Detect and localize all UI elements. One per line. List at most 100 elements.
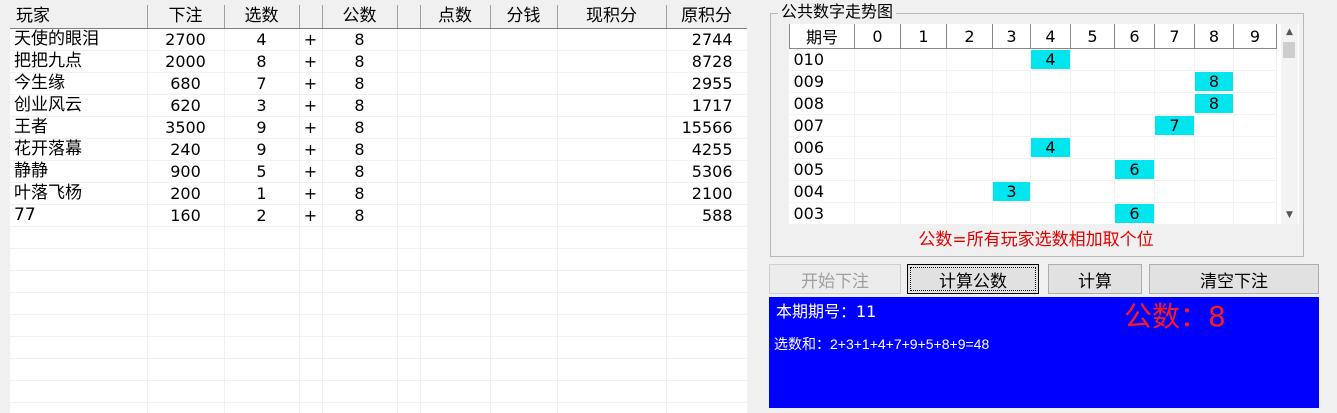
cell-original-score[interactable]: [666, 292, 747, 315]
cell-original-score[interactable]: [666, 402, 747, 413]
cell-public[interactable]: [322, 292, 398, 315]
cell-original-score[interactable]: [666, 248, 747, 271]
cell-op[interactable]: [299, 270, 323, 293]
trend-col-header-digit[interactable]: 2: [946, 24, 993, 49]
cell-op[interactable]: +: [299, 182, 323, 205]
trend-row[interactable]: 009 8: [789, 70, 1277, 93]
cell-pick[interactable]: 7: [224, 72, 300, 95]
cell-points[interactable]: [420, 358, 491, 381]
cell-payout[interactable]: [490, 116, 558, 139]
cell-pick[interactable]: 9: [224, 116, 300, 139]
cell-original-score[interactable]: 588: [666, 204, 747, 227]
cell-op[interactable]: +: [299, 72, 323, 95]
cell-blank[interactable]: [397, 94, 421, 117]
cell-bet[interactable]: [147, 226, 225, 249]
cell-public[interactable]: [322, 380, 398, 403]
cell-payout[interactable]: [490, 182, 558, 205]
cell-original-score[interactable]: 2100: [666, 182, 747, 205]
col-header-original-score[interactable]: 原积分: [666, 5, 747, 29]
cell-current-score[interactable]: [557, 402, 667, 413]
cell-payout[interactable]: [490, 94, 558, 117]
cell-points[interactable]: [420, 138, 491, 161]
cell-op[interactable]: [299, 358, 323, 381]
table-row[interactable]: 把把九点 2000 8 +8 8728: [10, 50, 747, 73]
cell-current-score[interactable]: [557, 270, 667, 293]
player-grid[interactable]: 玩家 下注 选数 公数 点数 分钱 现积分 原积分 天使的眼泪 2700 4 +8 27…: [10, 5, 747, 413]
col-header-current-score[interactable]: 现积分: [557, 5, 667, 29]
cell-original-score[interactable]: [666, 226, 747, 249]
cell-current-score[interactable]: [557, 204, 667, 227]
cell-pick[interactable]: [224, 336, 300, 359]
cell-player[interactable]: [10, 270, 148, 293]
cell-public[interactable]: 8: [322, 28, 398, 51]
trend-scrollbar[interactable]: ▲ ▼: [1281, 24, 1298, 224]
col-header-payout[interactable]: 分钱: [490, 5, 558, 29]
cell-blank[interactable]: [397, 116, 421, 139]
cell-pick[interactable]: 5: [224, 160, 300, 183]
cell-current-score[interactable]: [557, 292, 667, 315]
cell-player[interactable]: [10, 248, 148, 271]
cell-op[interactable]: [299, 248, 323, 271]
cell-points[interactable]: [420, 226, 491, 249]
cell-player[interactable]: 77: [10, 204, 148, 227]
table-row[interactable]: 今生缘 680 7 +8 2955: [10, 72, 747, 95]
cell-blank[interactable]: [397, 182, 421, 205]
cell-current-score[interactable]: [557, 28, 667, 51]
scroll-down-icon[interactable]: ▼: [1281, 207, 1298, 224]
cell-current-score[interactable]: [557, 314, 667, 337]
cell-bet[interactable]: 160: [147, 204, 225, 227]
cell-blank[interactable]: [397, 160, 421, 183]
cell-player[interactable]: 静静: [10, 160, 148, 183]
table-row[interactable]: 王者 3500 9 +8 15566: [10, 116, 747, 139]
trend-row[interactable]: 007 7: [789, 114, 1277, 137]
cell-pick[interactable]: [224, 270, 300, 293]
cell-bet[interactable]: 900: [147, 160, 225, 183]
cell-original-score[interactable]: 1717: [666, 94, 747, 117]
cell-bet[interactable]: [147, 248, 225, 271]
cell-pick[interactable]: [224, 292, 300, 315]
cell-points[interactable]: [420, 270, 491, 293]
cell-pick[interactable]: [224, 358, 300, 381]
cell-player[interactable]: 创业风云: [10, 94, 148, 117]
cell-player[interactable]: 天使的眼泪: [10, 28, 148, 51]
cell-player[interactable]: [10, 292, 148, 315]
table-row[interactable]: [10, 402, 747, 413]
col-header-public[interactable]: 公数: [322, 5, 398, 29]
cell-op[interactable]: [299, 336, 323, 359]
cell-bet[interactable]: [147, 380, 225, 403]
cell-player[interactable]: [10, 358, 148, 381]
cell-points[interactable]: [420, 28, 491, 51]
scroll-up-icon[interactable]: ▲: [1281, 24, 1298, 41]
cell-pick[interactable]: [224, 226, 300, 249]
cell-original-score[interactable]: 8728: [666, 50, 747, 73]
cell-original-score[interactable]: 5306: [666, 160, 747, 183]
trend-col-header-digit[interactable]: 3: [992, 24, 1031, 49]
cell-blank[interactable]: [397, 270, 421, 293]
cell-player[interactable]: 王者: [10, 116, 148, 139]
trend-col-header-digit[interactable]: 6: [1114, 24, 1155, 49]
cell-player[interactable]: [10, 336, 148, 359]
cell-points[interactable]: [420, 72, 491, 95]
cell-blank[interactable]: [397, 72, 421, 95]
cell-blank[interactable]: [397, 358, 421, 381]
trend-col-header-digit[interactable]: 8: [1194, 24, 1234, 49]
trend-col-header-digit[interactable]: 4: [1030, 24, 1071, 49]
cell-payout[interactable]: [490, 314, 558, 337]
cell-payout[interactable]: [490, 402, 558, 413]
cell-payout[interactable]: [490, 204, 558, 227]
cell-blank[interactable]: [397, 336, 421, 359]
cell-bet[interactable]: [147, 402, 225, 413]
trend-col-header-digit[interactable]: 9: [1233, 24, 1277, 49]
cell-original-score[interactable]: 4255: [666, 138, 747, 161]
table-row[interactable]: 天使的眼泪 2700 4 +8 2744: [10, 28, 747, 51]
cell-player[interactable]: [10, 402, 148, 413]
cell-public[interactable]: 8: [322, 160, 398, 183]
cell-op[interactable]: [299, 226, 323, 249]
col-header-pick[interactable]: 选数: [224, 5, 300, 29]
cell-current-score[interactable]: [557, 182, 667, 205]
cell-pick[interactable]: [224, 402, 300, 413]
cell-current-score[interactable]: [557, 116, 667, 139]
cell-points[interactable]: [420, 94, 491, 117]
cell-current-score[interactable]: [557, 72, 667, 95]
cell-blank[interactable]: [397, 226, 421, 249]
